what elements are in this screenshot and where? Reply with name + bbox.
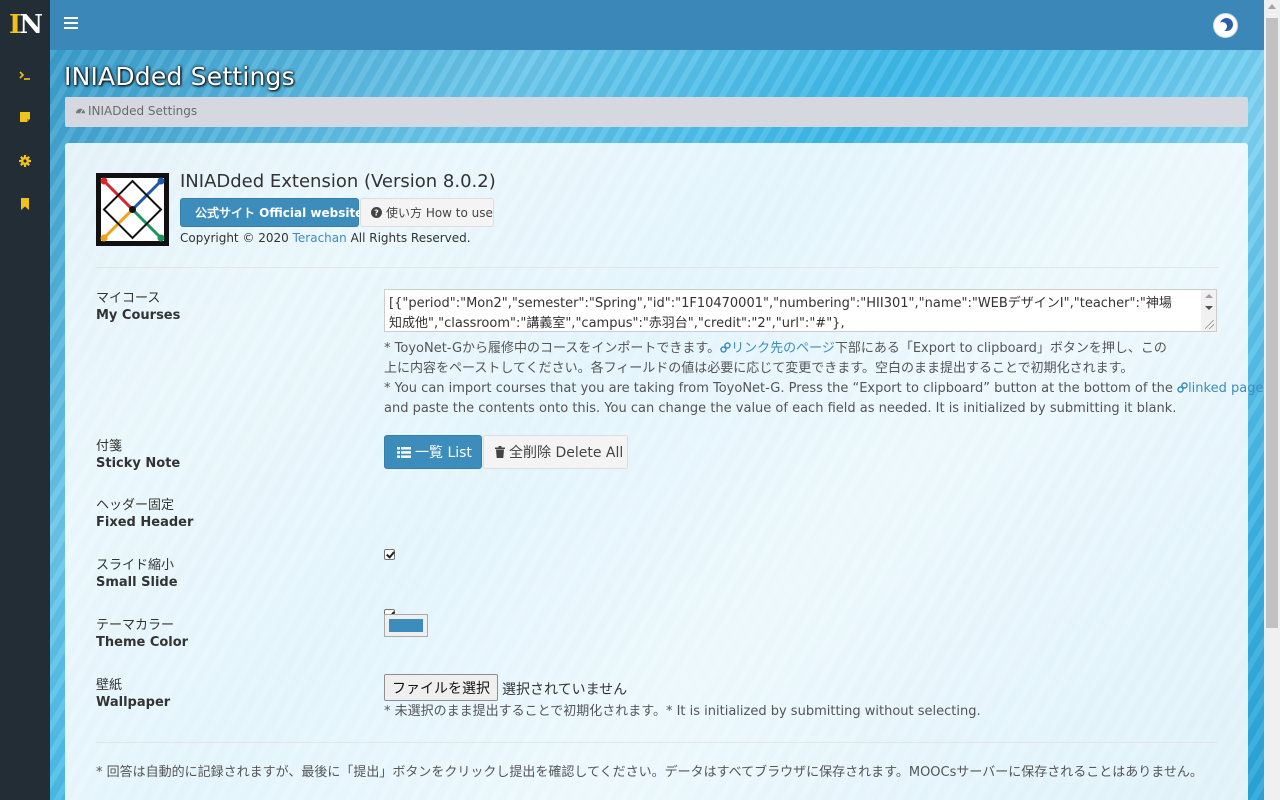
breadcrumb-item[interactable]: INIADded Settings <box>88 104 197 118</box>
my-courses-help-en-line1: * You can import courses that you are ta… <box>384 379 1264 399</box>
wallpaper-help: * 未選択のまま提出することで初期化されます。* It is initializ… <box>384 704 981 719</box>
theme-color-swatch <box>389 619 423 632</box>
copyright-text: Copyright © 2020 Terachan All Rights Res… <box>180 231 471 245</box>
my-courses-label-en: My Courses <box>96 308 181 323</box>
link-icon <box>720 342 731 353</box>
gear-icon[interactable] <box>18 154 32 168</box>
how-to-use-label: 使い方 How to use <box>386 206 493 220</box>
fixed-header-label-ja: ヘッダー固定 <box>96 498 175 513</box>
list-button-label: 一覧 List <box>415 445 472 461</box>
theme-color-label-en: Theme Color <box>96 635 189 650</box>
extension-title: INIADded Extension (Version 8.0.2) <box>180 171 496 192</box>
linked-page-link-en[interactable]: linked page <box>1177 381 1263 396</box>
wallpaper-label-ja: 壁紙 <box>96 678 123 693</box>
sticky-note-list-button[interactable]: 一覧 List <box>384 435 482 469</box>
breadcrumb: INIADded Settings <box>65 97 1248 127</box>
menu-toggle-icon[interactable] <box>64 17 78 29</box>
help-text: 下部にある「Export to clipboard」ボタンを押し、この <box>834 341 1167 356</box>
copyright-suffix: All Rights Reserved. <box>346 231 471 245</box>
divider <box>96 742 1218 743</box>
how-to-use-button[interactable]: ? 使い方 How to use <box>360 198 494 227</box>
small-slide-label-ja: スライド縮小 <box>96 558 175 573</box>
main-content: INIADded Settings INIADded Settings INIA… <box>50 50 1264 800</box>
list-icon <box>397 446 411 458</box>
copyright-prefix: Copyright © 2020 <box>180 231 293 245</box>
bookmark-icon[interactable] <box>18 197 32 211</box>
theme-color-label-ja: テーマカラー <box>96 618 175 633</box>
page-scrollbar-thumb[interactable] <box>1266 18 1278 628</box>
official-website-button[interactable]: 公式サイト Official website <box>180 198 363 227</box>
app-logo[interactable]: IN <box>0 0 50 50</box>
sticky-note-label-ja: 付箋 <box>96 439 123 454</box>
link-text: linked page <box>1188 381 1264 396</box>
dashboard-icon <box>75 108 86 114</box>
small-slide-label-en: Small Slide <box>96 575 178 590</box>
user-avatar[interactable] <box>1213 13 1238 38</box>
fixed-header-checkbox[interactable] <box>384 549 395 560</box>
svg-text:?: ? <box>374 209 379 218</box>
link-icon <box>1177 382 1188 393</box>
help-text: * You can import courses that you are ta… <box>384 381 1178 396</box>
wallpaper-file-button[interactable]: ファイルを選択 <box>384 674 498 701</box>
theme-color-picker[interactable] <box>384 614 428 637</box>
linked-page-link-ja[interactable]: リンク先のページ <box>720 341 835 356</box>
my-courses-textarea[interactable]: [{"period":"Mon2","semester":"Spring","i… <box>384 289 1217 332</box>
settings-panel: INIADded Extension (Version 8.0.2) 公式サイト… <box>65 143 1264 800</box>
resize-handle[interactable] <box>1205 320 1214 329</box>
iniadded-logo <box>96 173 169 246</box>
divider <box>96 267 1218 268</box>
delete-all-label: 全削除 Delete All <box>509 445 624 461</box>
official-website-label: 公式サイト Official website <box>195 206 364 220</box>
sticky-note-delete-all-button[interactable]: 全削除 Delete All <box>483 435 628 469</box>
page-title: INIADded Settings <box>64 62 295 91</box>
my-courses-help-ja-line2: 上に内容をペーストしてください。各フィールドの値は必要に応じて変更できます。空白… <box>384 361 1134 376</box>
logo-text: IN <box>9 10 43 40</box>
wallpaper-file-status: 選択されていません <box>502 682 628 698</box>
link-text: リンク先のページ <box>731 341 835 356</box>
wallpaper-label-en: Wallpaper <box>96 695 171 710</box>
scroll-down-icon[interactable] <box>1205 306 1213 310</box>
terminal-icon[interactable] <box>18 68 32 82</box>
sticky-note-label-en: Sticky Note <box>96 456 181 471</box>
footer-note: * 回答は自動的に記録されますが、最後に「提出」ボタンをクリックし提出を確認して… <box>96 765 1203 780</box>
sidebar <box>0 50 50 800</box>
fixed-header-label-en: Fixed Header <box>96 515 194 530</box>
my-courses-help-en-line2: and paste the contents onto this. You ca… <box>384 401 1177 416</box>
scroll-up-arrow-icon[interactable] <box>1268 4 1276 9</box>
my-courses-help-ja-line1: * ToyoNet-Gから履修中のコースをインポートできます。 リンク先のページ下… <box>384 339 1167 359</box>
my-courses-label-ja: マイコース <box>96 291 161 306</box>
sticky-note-icon[interactable] <box>18 110 32 124</box>
author-link[interactable]: Terachan <box>293 231 347 245</box>
trash-icon <box>495 446 505 458</box>
top-navbar <box>0 0 1264 50</box>
question-circle-icon: ? <box>371 207 382 218</box>
help-text: * ToyoNet-Gから履修中のコースをインポートできます。 <box>384 341 721 356</box>
scroll-up-icon[interactable] <box>1205 294 1213 298</box>
